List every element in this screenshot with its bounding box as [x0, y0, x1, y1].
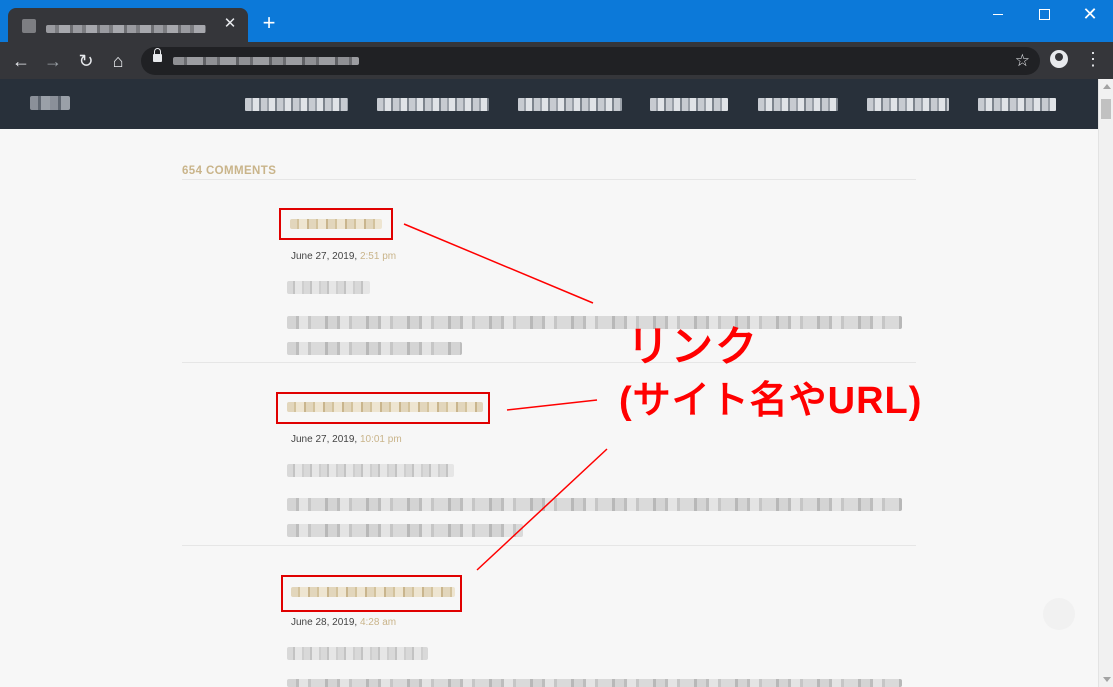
pointer-line [476, 448, 608, 571]
annotation-subtitle: (サイト名やURL) [619, 380, 923, 422]
pointer-line [403, 223, 594, 304]
annotation-lines [403, 223, 608, 571]
annotation-title: リンク [627, 323, 760, 370]
scroll-top-button[interactable] [1043, 598, 1075, 630]
pointer-line [506, 399, 598, 411]
